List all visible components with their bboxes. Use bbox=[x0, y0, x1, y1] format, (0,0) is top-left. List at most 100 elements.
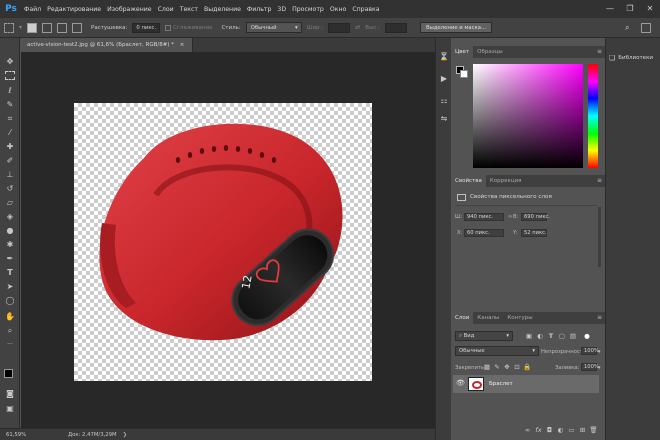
menu-file[interactable]: Файл bbox=[24, 6, 41, 13]
filter-pixel-icon[interactable]: ▣ bbox=[525, 332, 533, 340]
adjust-icon[interactable]: ⇋ bbox=[439, 114, 449, 124]
zoom-level[interactable]: 61,59% bbox=[6, 432, 46, 438]
preset-dropdown-icon[interactable]: ▾ bbox=[19, 24, 22, 31]
menu-layers[interactable]: Слои bbox=[158, 6, 174, 13]
tab-layers[interactable]: Слои bbox=[451, 312, 474, 324]
lasso-tool-icon[interactable]: ℓ bbox=[4, 85, 16, 97]
search-icon[interactable]: ⌕ bbox=[625, 23, 629, 33]
intersect-selection-icon[interactable] bbox=[72, 22, 83, 33]
tab-adjustments[interactable]: Коррекция bbox=[486, 175, 526, 187]
filter-type-icon[interactable]: T bbox=[547, 332, 555, 340]
x-field[interactable]: 60 пикс. bbox=[464, 229, 504, 237]
screen-mode-icon[interactable]: ▣ bbox=[4, 403, 16, 415]
close-tab-icon[interactable]: × bbox=[180, 42, 185, 48]
filter-shape-icon[interactable]: ▢ bbox=[558, 332, 566, 340]
move-tool-icon[interactable]: ✥ bbox=[4, 56, 16, 68]
brush-tool-icon[interactable]: ✐ bbox=[4, 155, 16, 167]
foreground-color-swatch[interactable] bbox=[4, 369, 13, 378]
libraries-button[interactable]: ❏ Библиотеки bbox=[609, 52, 657, 64]
menu-select[interactable]: Выделение bbox=[204, 6, 241, 13]
layer-filter-select[interactable]: ⌕ Вид ▾ bbox=[455, 331, 513, 341]
dodge-tool-icon[interactable]: ✱ bbox=[4, 239, 16, 251]
layer-row[interactable]: 👁 Браслет bbox=[453, 375, 599, 393]
filter-toggle-icon[interactable]: ● bbox=[583, 332, 591, 340]
hand-tool-icon[interactable]: ✋ bbox=[4, 311, 16, 323]
paint-bucket-tool-icon[interactable]: ◈ bbox=[4, 211, 16, 223]
new-selection-icon[interactable] bbox=[27, 22, 38, 33]
clone-stamp-tool-icon[interactable]: ⊥ bbox=[4, 169, 16, 181]
tab-channels[interactable]: Каналы bbox=[473, 312, 503, 324]
restore-button[interactable]: ❐ bbox=[624, 3, 636, 15]
select-and-mask-button[interactable]: Выделение и маска... bbox=[420, 22, 493, 33]
pen-tool-icon[interactable]: ✒ bbox=[4, 253, 16, 265]
swatches-icon[interactable]: ⚏ bbox=[439, 96, 449, 106]
menu-filter[interactable]: Фильтр bbox=[247, 6, 271, 13]
blur-tool-icon[interactable]: ● bbox=[4, 225, 16, 237]
quick-selection-tool-icon[interactable]: ✎ bbox=[4, 99, 16, 111]
eraser-tool-icon[interactable]: ▱ bbox=[4, 197, 16, 209]
filter-adjust-icon[interactable]: ◐ bbox=[536, 332, 544, 340]
history-brush-tool-icon[interactable]: ↺ bbox=[4, 183, 16, 195]
color-bg-swatch[interactable] bbox=[460, 70, 468, 78]
quick-mask-icon[interactable]: ◙ bbox=[4, 388, 16, 400]
adjustment-layer-icon[interactable]: ◐ bbox=[556, 426, 565, 434]
minimize-button[interactable]: — bbox=[604, 3, 616, 15]
chevron-down-icon[interactable]: ▾ bbox=[598, 349, 601, 355]
style-select[interactable]: Обычный ▾ bbox=[245, 22, 302, 33]
document-tab[interactable]: active-vision-test2.jpg @ 61,6% (Браслет… bbox=[21, 38, 194, 52]
opacity-field[interactable]: 100% bbox=[581, 347, 599, 355]
crop-tool-icon[interactable]: ⌗ bbox=[4, 113, 16, 125]
layer-name[interactable]: Браслет bbox=[489, 381, 513, 387]
more-tools-icon[interactable]: ··· bbox=[4, 339, 16, 351]
tab-paths[interactable]: Контуры bbox=[503, 312, 536, 324]
document-canvas[interactable]: 12 bbox=[74, 103, 372, 381]
menu-type[interactable]: Текст bbox=[180, 6, 198, 13]
panel-menu-icon[interactable]: ≡ bbox=[597, 177, 602, 185]
menu-edit[interactable]: Редактирование bbox=[47, 6, 101, 13]
swap-icon[interactable]: ⇄ bbox=[355, 24, 360, 31]
tab-swatches[interactable]: Образцы bbox=[473, 46, 507, 58]
history-panel-icon[interactable]: ⌛ bbox=[439, 52, 449, 62]
rect-marquee-tool-icon[interactable] bbox=[5, 71, 15, 80]
link-icon[interactable]: ∞ bbox=[508, 214, 512, 220]
path-selection-tool-icon[interactable]: ➤ bbox=[4, 281, 16, 293]
zoom-tool-icon[interactable]: ⌕ bbox=[4, 325, 16, 337]
panel-menu-icon[interactable]: ≡ bbox=[597, 48, 602, 56]
height-input[interactable] bbox=[385, 22, 408, 33]
tab-properties[interactable]: Свойства bbox=[451, 175, 486, 187]
antialias-checkbox[interactable]: Сглаживание bbox=[165, 24, 212, 31]
add-to-selection-icon[interactable] bbox=[42, 22, 53, 33]
lock-pixels-icon[interactable]: ✎ bbox=[493, 363, 501, 371]
status-arrow-icon[interactable]: ❯ bbox=[123, 432, 127, 438]
width-field[interactable]: 940 пикс. bbox=[464, 213, 504, 221]
menu-image[interactable]: Изображение bbox=[107, 6, 152, 13]
height-field[interactable]: 690 пикс. bbox=[521, 213, 550, 221]
properties-scrollbar[interactable] bbox=[598, 207, 601, 267]
panel-menu-icon[interactable]: ≡ bbox=[597, 314, 602, 322]
menu-3d[interactable]: 3D bbox=[277, 6, 286, 13]
lock-all-icon[interactable]: 🔒 bbox=[523, 363, 531, 371]
lock-transparency-icon[interactable]: ▦ bbox=[483, 363, 491, 371]
menu-help[interactable]: Справка bbox=[352, 6, 379, 13]
actions-panel-icon[interactable]: ▶ bbox=[439, 74, 449, 84]
menu-window[interactable]: Окно bbox=[330, 6, 346, 13]
delete-layer-icon[interactable]: 🗑 bbox=[589, 426, 598, 434]
layer-style-icon[interactable]: fx bbox=[534, 426, 543, 434]
lock-artboard-icon[interactable]: ⊡ bbox=[513, 363, 521, 371]
eyedropper-tool-icon[interactable]: ⁄ bbox=[4, 127, 16, 139]
healing-brush-tool-icon[interactable]: ✚ bbox=[4, 141, 16, 153]
visibility-eye-icon[interactable]: 👁 bbox=[456, 379, 465, 387]
width-input[interactable] bbox=[328, 22, 351, 33]
new-layer-icon[interactable]: ⊞ bbox=[578, 426, 587, 434]
link-layers-icon[interactable]: ∞ bbox=[523, 426, 532, 434]
color-field[interactable] bbox=[473, 64, 583, 168]
fill-field[interactable]: 100% bbox=[581, 363, 599, 371]
chevron-down-icon[interactable]: ▾ bbox=[598, 365, 601, 371]
y-field[interactable]: 52 пикс. bbox=[521, 229, 547, 237]
close-window-button[interactable]: ✕ bbox=[644, 3, 656, 15]
new-group-icon[interactable]: ▭ bbox=[567, 426, 576, 434]
tab-color[interactable]: Цвет bbox=[451, 46, 474, 58]
add-mask-icon[interactable]: ◘ bbox=[545, 426, 554, 434]
filter-smart-icon[interactable]: ▤ bbox=[569, 332, 577, 340]
feather-input[interactable]: 0 пикс. bbox=[132, 22, 161, 33]
